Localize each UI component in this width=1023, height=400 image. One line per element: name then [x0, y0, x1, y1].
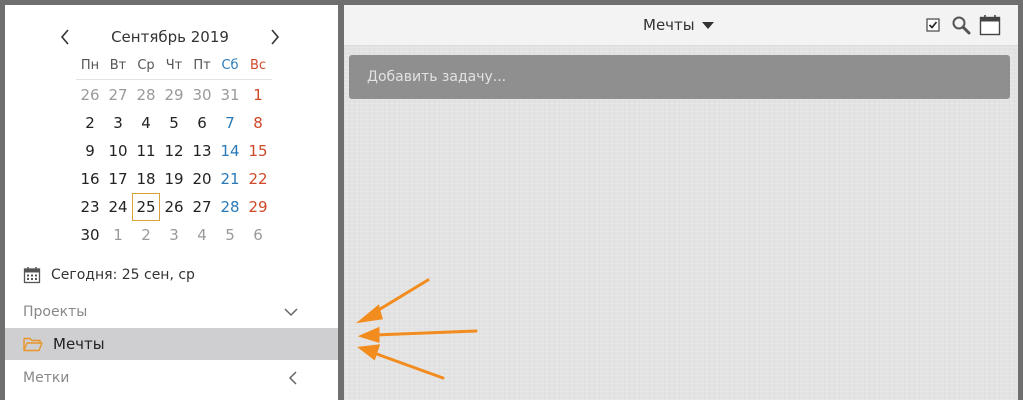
weekday-header: Пн: [76, 53, 104, 80]
projects-section-header[interactable]: Проекты: [5, 297, 338, 327]
search-button[interactable]: [950, 14, 972, 36]
calendar-grid: Пн Вт Ср Чт Пт Сб Вс 26 27 28 29 30 31 1 2 3 4 5 6 7 8 9 10 11 1…: [76, 53, 272, 249]
caret-down-icon: [701, 21, 714, 29]
calendar-day[interactable]: 29: [244, 193, 272, 221]
sidebar: Сентябрь 2019 Пн Вт Ср Чт Пт Сб Вс 26 27 28 29 30 31…: [5, 5, 338, 400]
task-panel: Мечты: [344, 5, 1018, 400]
calendar-day[interactable]: 23: [76, 193, 104, 221]
calendar-day[interactable]: 1: [244, 81, 272, 109]
projects-label: Проекты: [23, 304, 88, 320]
calendar-day[interactable]: 11: [132, 137, 160, 165]
weekday-header: Чт: [160, 53, 188, 80]
calendar-day[interactable]: 5: [216, 221, 244, 249]
calendar-day[interactable]: 29: [160, 81, 188, 109]
today-link[interactable]: Сегодня: 25 сен, ср: [23, 263, 195, 287]
checkbox-icon: [926, 18, 940, 32]
calendar-header: Сентябрь 2019: [5, 23, 338, 51]
calendar-day[interactable]: 22: [244, 165, 272, 193]
project-item-label: Мечты: [53, 335, 105, 353]
chevron-right-icon: [271, 29, 280, 45]
search-icon: [952, 16, 971, 35]
calendar-day[interactable]: 15: [244, 137, 272, 165]
calendar-icon: [23, 267, 41, 284]
weekday-header: Вс: [244, 53, 272, 80]
add-task-input[interactable]: [349, 55, 1010, 99]
calendar-day[interactable]: 6: [244, 221, 272, 249]
calendar-day[interactable]: 16: [76, 165, 104, 193]
weekday-header: Вт: [104, 53, 132, 80]
calendar-day[interactable]: 18: [132, 165, 160, 193]
calendar-day[interactable]: 26: [160, 193, 188, 221]
weekday-header: Пт: [188, 53, 216, 80]
chevron-left-icon: [60, 29, 69, 45]
today-label: Сегодня: 25 сен, ср: [51, 267, 195, 283]
calendar-day[interactable]: 30: [188, 81, 216, 109]
calendar-day[interactable]: 21: [216, 165, 244, 193]
project-title: Мечты: [643, 16, 695, 34]
calendar-day[interactable]: 25: [132, 193, 160, 221]
calendar-day[interactable]: 27: [104, 81, 132, 109]
calendar-view-button[interactable]: [978, 13, 1002, 37]
calendar-day[interactable]: 4: [188, 221, 216, 249]
calendar-day[interactable]: 3: [104, 109, 132, 137]
chevron-down-icon: [284, 308, 298, 317]
calendar-day[interactable]: 13: [188, 137, 216, 165]
calendar-day[interactable]: 2: [132, 221, 160, 249]
calendar-day[interactable]: 3: [160, 221, 188, 249]
calendar-day[interactable]: 20: [188, 165, 216, 193]
calendar-day[interactable]: 9: [76, 137, 104, 165]
weekday-header: Ср: [132, 53, 160, 80]
weekday-header: Сб: [216, 53, 244, 80]
calendar-day[interactable]: 12: [160, 137, 188, 165]
calendar-day[interactable]: 26: [76, 81, 104, 109]
calendar-day[interactable]: 28: [132, 81, 160, 109]
calendar-day[interactable]: 10: [104, 137, 132, 165]
calendar-day[interactable]: 30: [76, 221, 104, 249]
calendar-day[interactable]: 6: [188, 109, 216, 137]
project-switcher[interactable]: Мечты: [643, 5, 714, 45]
month-title[interactable]: Сентябрь 2019: [100, 23, 240, 51]
tags-section-header[interactable]: Метки: [5, 363, 338, 393]
calendar-day[interactable]: 14: [216, 137, 244, 165]
calendar-day[interactable]: 5: [160, 109, 188, 137]
chevron-left-icon: [288, 371, 297, 385]
calendar-day[interactable]: 4: [132, 109, 160, 137]
calendar-day[interactable]: 19: [160, 165, 188, 193]
calendar-day[interactable]: 1: [104, 221, 132, 249]
tags-label: Метки: [23, 370, 70, 386]
folder-open-icon: [23, 337, 43, 352]
calendar-day[interactable]: 31: [216, 81, 244, 109]
next-month-button[interactable]: [261, 23, 289, 51]
calendar-day[interactable]: 24: [104, 193, 132, 221]
prev-month-button[interactable]: [51, 23, 79, 51]
calendar-day[interactable]: 2: [76, 109, 104, 137]
calendar-day[interactable]: 8: [244, 109, 272, 137]
calendar-day[interactable]: 28: [216, 193, 244, 221]
calendar-day[interactable]: 7: [216, 109, 244, 137]
calendar-day[interactable]: 17: [104, 165, 132, 193]
show-completed-button[interactable]: [924, 14, 942, 36]
task-toolbar: Мечты: [344, 5, 1018, 46]
calendar-day[interactable]: 27: [188, 193, 216, 221]
calendar-icon: [979, 15, 1001, 36]
project-item-dreams[interactable]: Мечты: [5, 328, 338, 360]
